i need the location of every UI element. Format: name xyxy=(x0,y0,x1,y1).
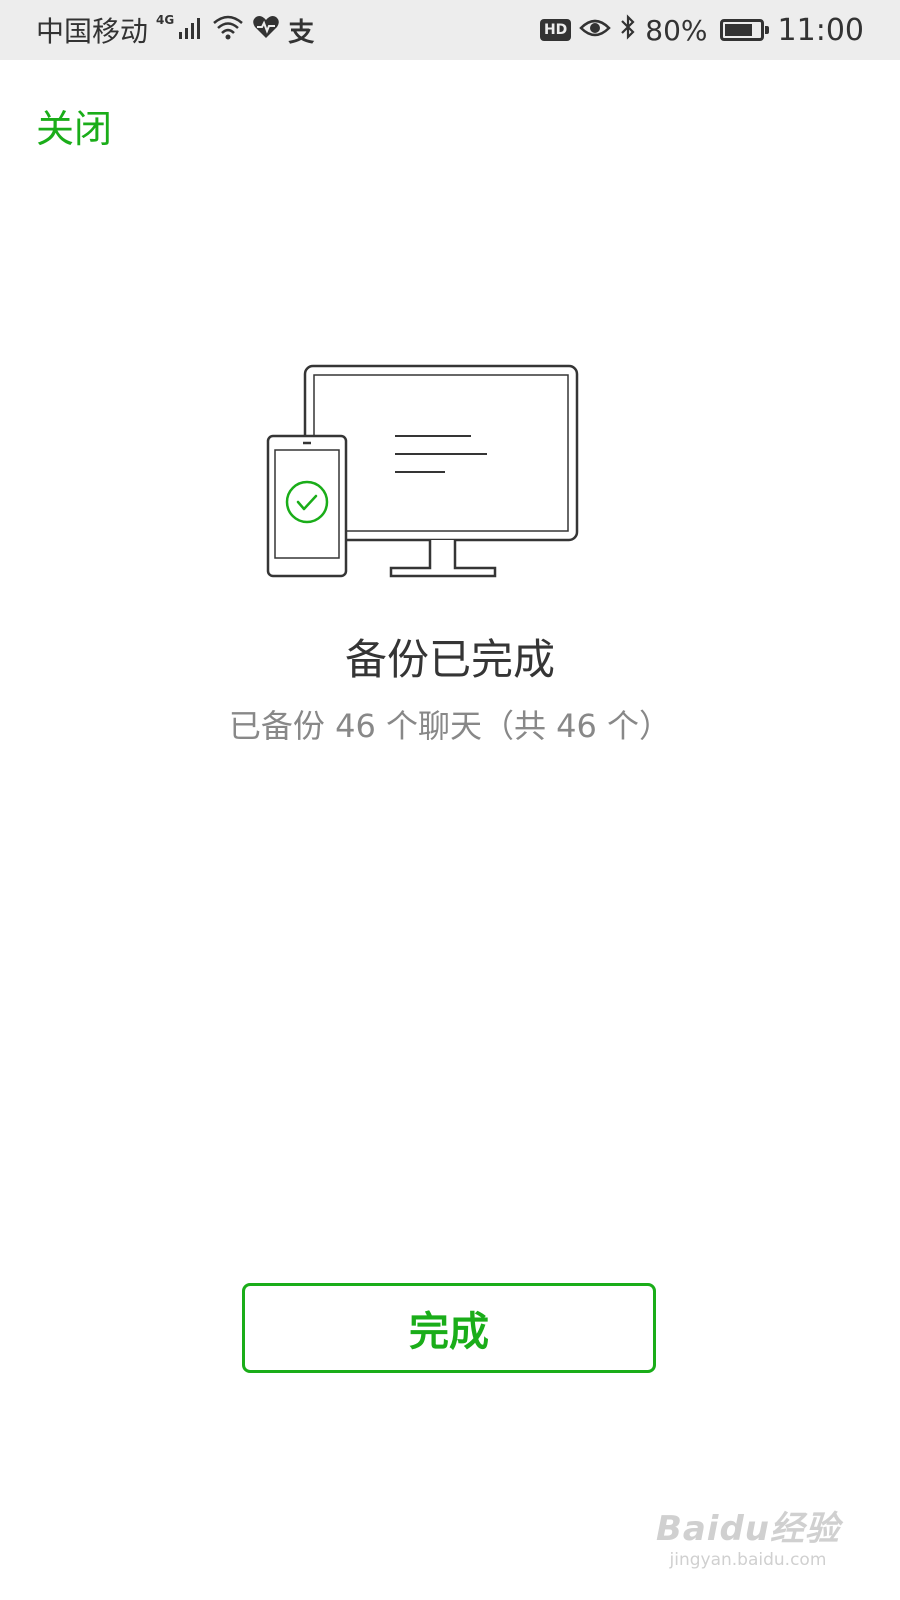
signal-icon xyxy=(178,14,204,47)
wifi-icon xyxy=(212,14,244,47)
status-time: 11:00 xyxy=(777,12,864,48)
status-right: HD 80% 11:00 xyxy=(539,0,864,60)
backup-title: 备份已完成 xyxy=(344,635,555,684)
done-button[interactable]: 完成 xyxy=(242,1283,656,1373)
backup-complete-screen: 中国移动 4G 支 HD 80% 11:00 关闭 备份已完成 已备份 46 个… xyxy=(0,0,900,1600)
battery-icon xyxy=(719,19,769,41)
carrier-name: 中国移动 xyxy=(36,15,149,48)
battery-fill xyxy=(724,24,752,36)
alipay-icon: 支 xyxy=(288,17,315,48)
bluetooth-icon xyxy=(619,13,637,48)
network-type: 4G xyxy=(156,13,175,27)
close-button[interactable]: 关闭 xyxy=(36,98,112,153)
status-bar: 中国移动 4G 支 HD 80% 11:00 xyxy=(0,0,900,60)
status-left: 中国移动 4G 支 xyxy=(36,0,314,60)
backup-summary: 已备份 46 个聊天（共 46 个） xyxy=(228,707,672,745)
backup-illustration xyxy=(265,362,585,584)
eye-icon xyxy=(579,14,612,47)
heart-rate-icon xyxy=(252,14,280,47)
hd-icon: HD xyxy=(539,19,572,41)
watermark-url: jingyan.baidu.com xyxy=(669,1550,827,1570)
watermark-logo: Baidu经验 xyxy=(655,1509,840,1549)
battery-percent: 80% xyxy=(645,13,708,47)
watermark: Baidu经验 jingyan.baidu.com xyxy=(656,1501,840,1570)
